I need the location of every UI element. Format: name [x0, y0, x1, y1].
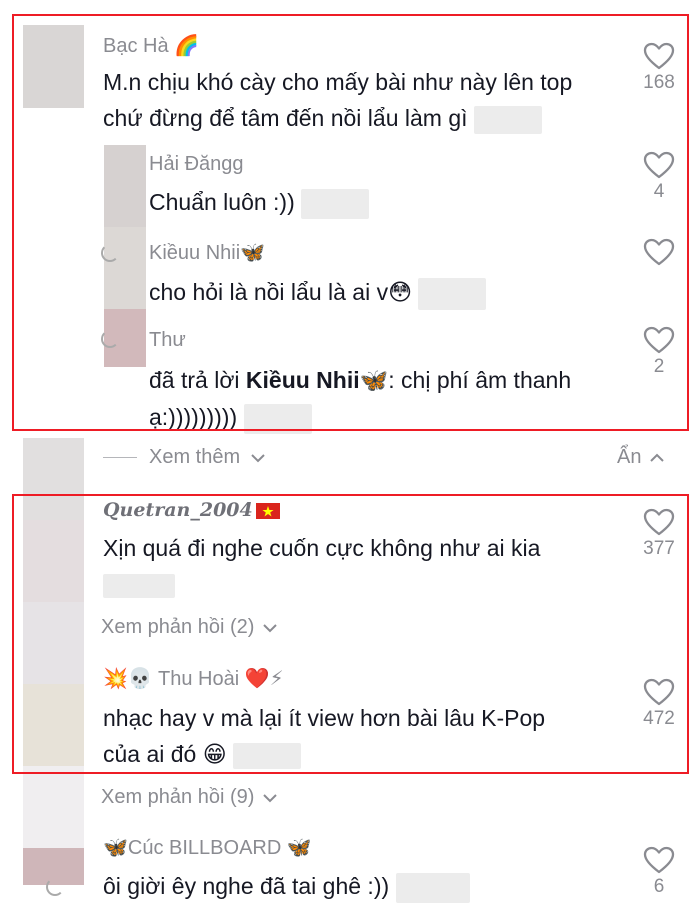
butterfly-emoji-icon: 🦋: [286, 835, 312, 859]
like-count: 6: [653, 876, 665, 897]
redacted-date: [395, 872, 470, 903]
like-button[interactable]: 6: [634, 846, 684, 898]
divider-dash: [103, 457, 137, 459]
username-text[interactable]: Cúc BILLBOARD: [128, 837, 281, 859]
chevron-down-icon: [251, 454, 265, 463]
comment-username[interactable]: 🦋Cúc BILLBOARD 🦋: [103, 835, 312, 860]
chevron-down-icon: [263, 794, 277, 803]
avatar[interactable]: [23, 766, 84, 848]
see-more-replies-button[interactable]: Xem thêm: [103, 446, 266, 469]
highlight-frame: [12, 14, 689, 431]
comment-text: ôi giời êy nghe đã tai ghê :)): [103, 868, 470, 904]
view-replies-button[interactable]: Xem phản hồi (9): [101, 786, 278, 809]
chevron-up-icon: [650, 453, 664, 462]
butterfly-emoji-icon: 🦋: [103, 835, 128, 859]
highlight-frame: [12, 494, 689, 774]
heart-outline-icon: [643, 846, 675, 874]
avatar-edge: [46, 878, 64, 896]
hide-replies-button[interactable]: Ẩn: [617, 446, 665, 469]
